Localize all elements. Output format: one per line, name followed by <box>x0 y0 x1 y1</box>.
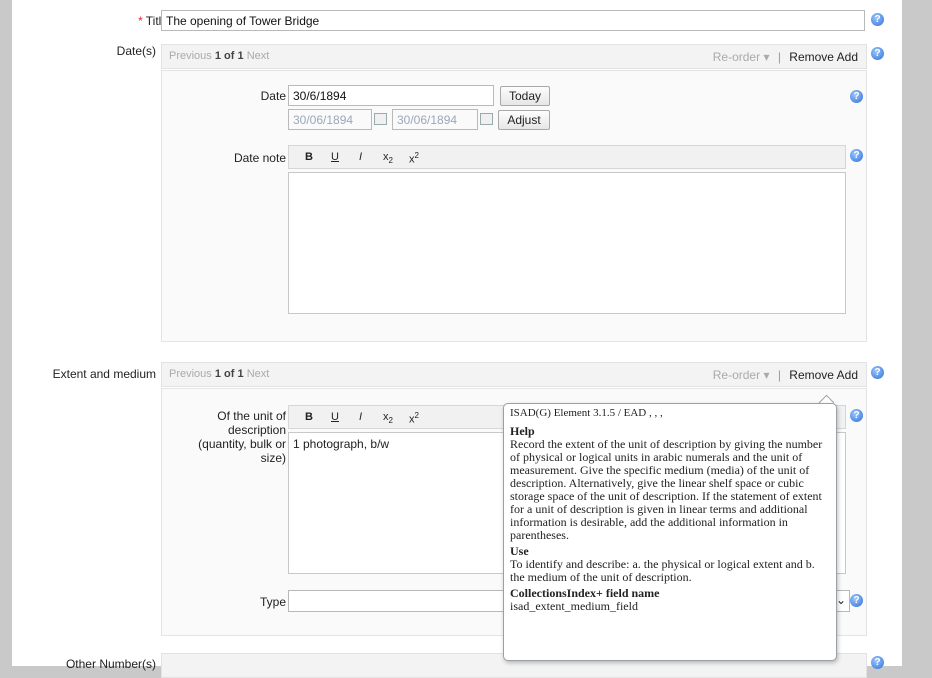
title-input[interactable]: The opening of Tower Bridge <box>161 10 865 31</box>
help-icon[interactable]: ? <box>871 13 884 26</box>
help-icon[interactable]: ? <box>850 90 863 103</box>
subscript-button[interactable]: x2 <box>383 411 393 425</box>
help-icon[interactable]: ? <box>871 47 884 60</box>
required-mark: * <box>138 14 143 28</box>
help-tooltip: ISAD(G) Element 3.1.5 / EAD , , , Help R… <box>503 403 837 661</box>
dates-total: 1 <box>237 50 244 62</box>
extent-next-link[interactable]: Next <box>247 368 270 380</box>
date-note-editor[interactable] <box>288 172 846 314</box>
help-icon[interactable]: ? <box>850 594 863 607</box>
extent-label: Extent and medium <box>52 367 156 381</box>
dates-remove-link[interactable]: Remove <box>789 50 834 64</box>
dates-previous-link[interactable]: Previous <box>169 50 212 62</box>
extent-current-index: 1 <box>214 368 221 380</box>
help-icon[interactable]: ? <box>850 149 863 162</box>
extent-reorder-menu[interactable]: Re-order ▾ <box>713 368 770 382</box>
underline-button[interactable]: U <box>331 411 339 423</box>
chevron-down-icon: ▾ <box>763 50 770 64</box>
dates-label: Date(s) <box>116 44 156 58</box>
superscript-button[interactable]: x2 <box>409 411 419 426</box>
extent-total: 1 <box>237 368 244 380</box>
other-numbers-label: Other Number(s) <box>65 657 156 671</box>
record-form: * Title The opening of Tower Bridge ? Dat… <box>12 0 902 678</box>
tooltip-field-name: isad_extent_medium_field <box>510 599 638 613</box>
help-icon[interactable]: ? <box>850 409 863 422</box>
superscript-button[interactable]: x2 <box>409 151 419 166</box>
dates-next-link[interactable]: Next <box>247 50 270 62</box>
tooltip-reference: ISAD(G) Element 3.1.5 / EAD , , , <box>510 407 663 419</box>
date-note-toolbar: B U I x2 x2 <box>288 145 846 169</box>
dates-add-link[interactable]: Add <box>837 50 858 64</box>
title-label: * Title <box>138 14 168 28</box>
underline-button[interactable]: U <box>331 151 339 163</box>
italic-button[interactable]: I <box>359 411 362 423</box>
unit-of-description-label: Of the unit of description (quantity, bu… <box>198 409 286 465</box>
date-label: Date <box>260 89 286 103</box>
help-icon[interactable]: ? <box>871 656 884 669</box>
chevron-down-icon: ▾ <box>763 368 770 382</box>
extent-nav-bar: Previous 1 of 1 Next Re-order ▾ | Remove… <box>161 362 867 387</box>
dates-current-index: 1 <box>214 50 221 62</box>
extent-previous-link[interactable]: Previous <box>169 368 212 380</box>
dates-reorder-menu[interactable]: Re-order ▾ <box>713 50 770 64</box>
today-button[interactable]: Today <box>500 86 550 106</box>
italic-button[interactable]: I <box>359 151 362 163</box>
date-range-end-input[interactable]: 30/06/1894 <box>392 109 478 130</box>
bold-button[interactable]: B <box>305 411 313 423</box>
date-note-label: Date note <box>233 151 286 165</box>
help-icon[interactable]: ? <box>871 366 884 379</box>
calendar-icon[interactable] <box>480 113 493 125</box>
extent-remove-link[interactable]: Remove <box>789 368 834 382</box>
type-label: Type <box>259 595 286 609</box>
tooltip-use-text: To identify and describe: a. the physica… <box>510 557 815 584</box>
date-input[interactable]: 30/6/1894 <box>288 85 494 106</box>
bold-button[interactable]: B <box>305 151 313 163</box>
date-range-start-input[interactable]: 30/06/1894 <box>288 109 372 130</box>
chevron-down-icon: ⌄ <box>835 593 846 607</box>
dates-nav-bar: Previous 1 of 1 Next Re-order ▾ | Remove… <box>161 44 867 69</box>
extent-add-link[interactable]: Add <box>837 368 858 382</box>
tooltip-help-text: Record the extent of the unit of descrip… <box>510 437 823 542</box>
calendar-icon[interactable] <box>374 113 387 125</box>
adjust-button[interactable]: Adjust <box>498 110 550 130</box>
subscript-button[interactable]: x2 <box>383 151 393 165</box>
